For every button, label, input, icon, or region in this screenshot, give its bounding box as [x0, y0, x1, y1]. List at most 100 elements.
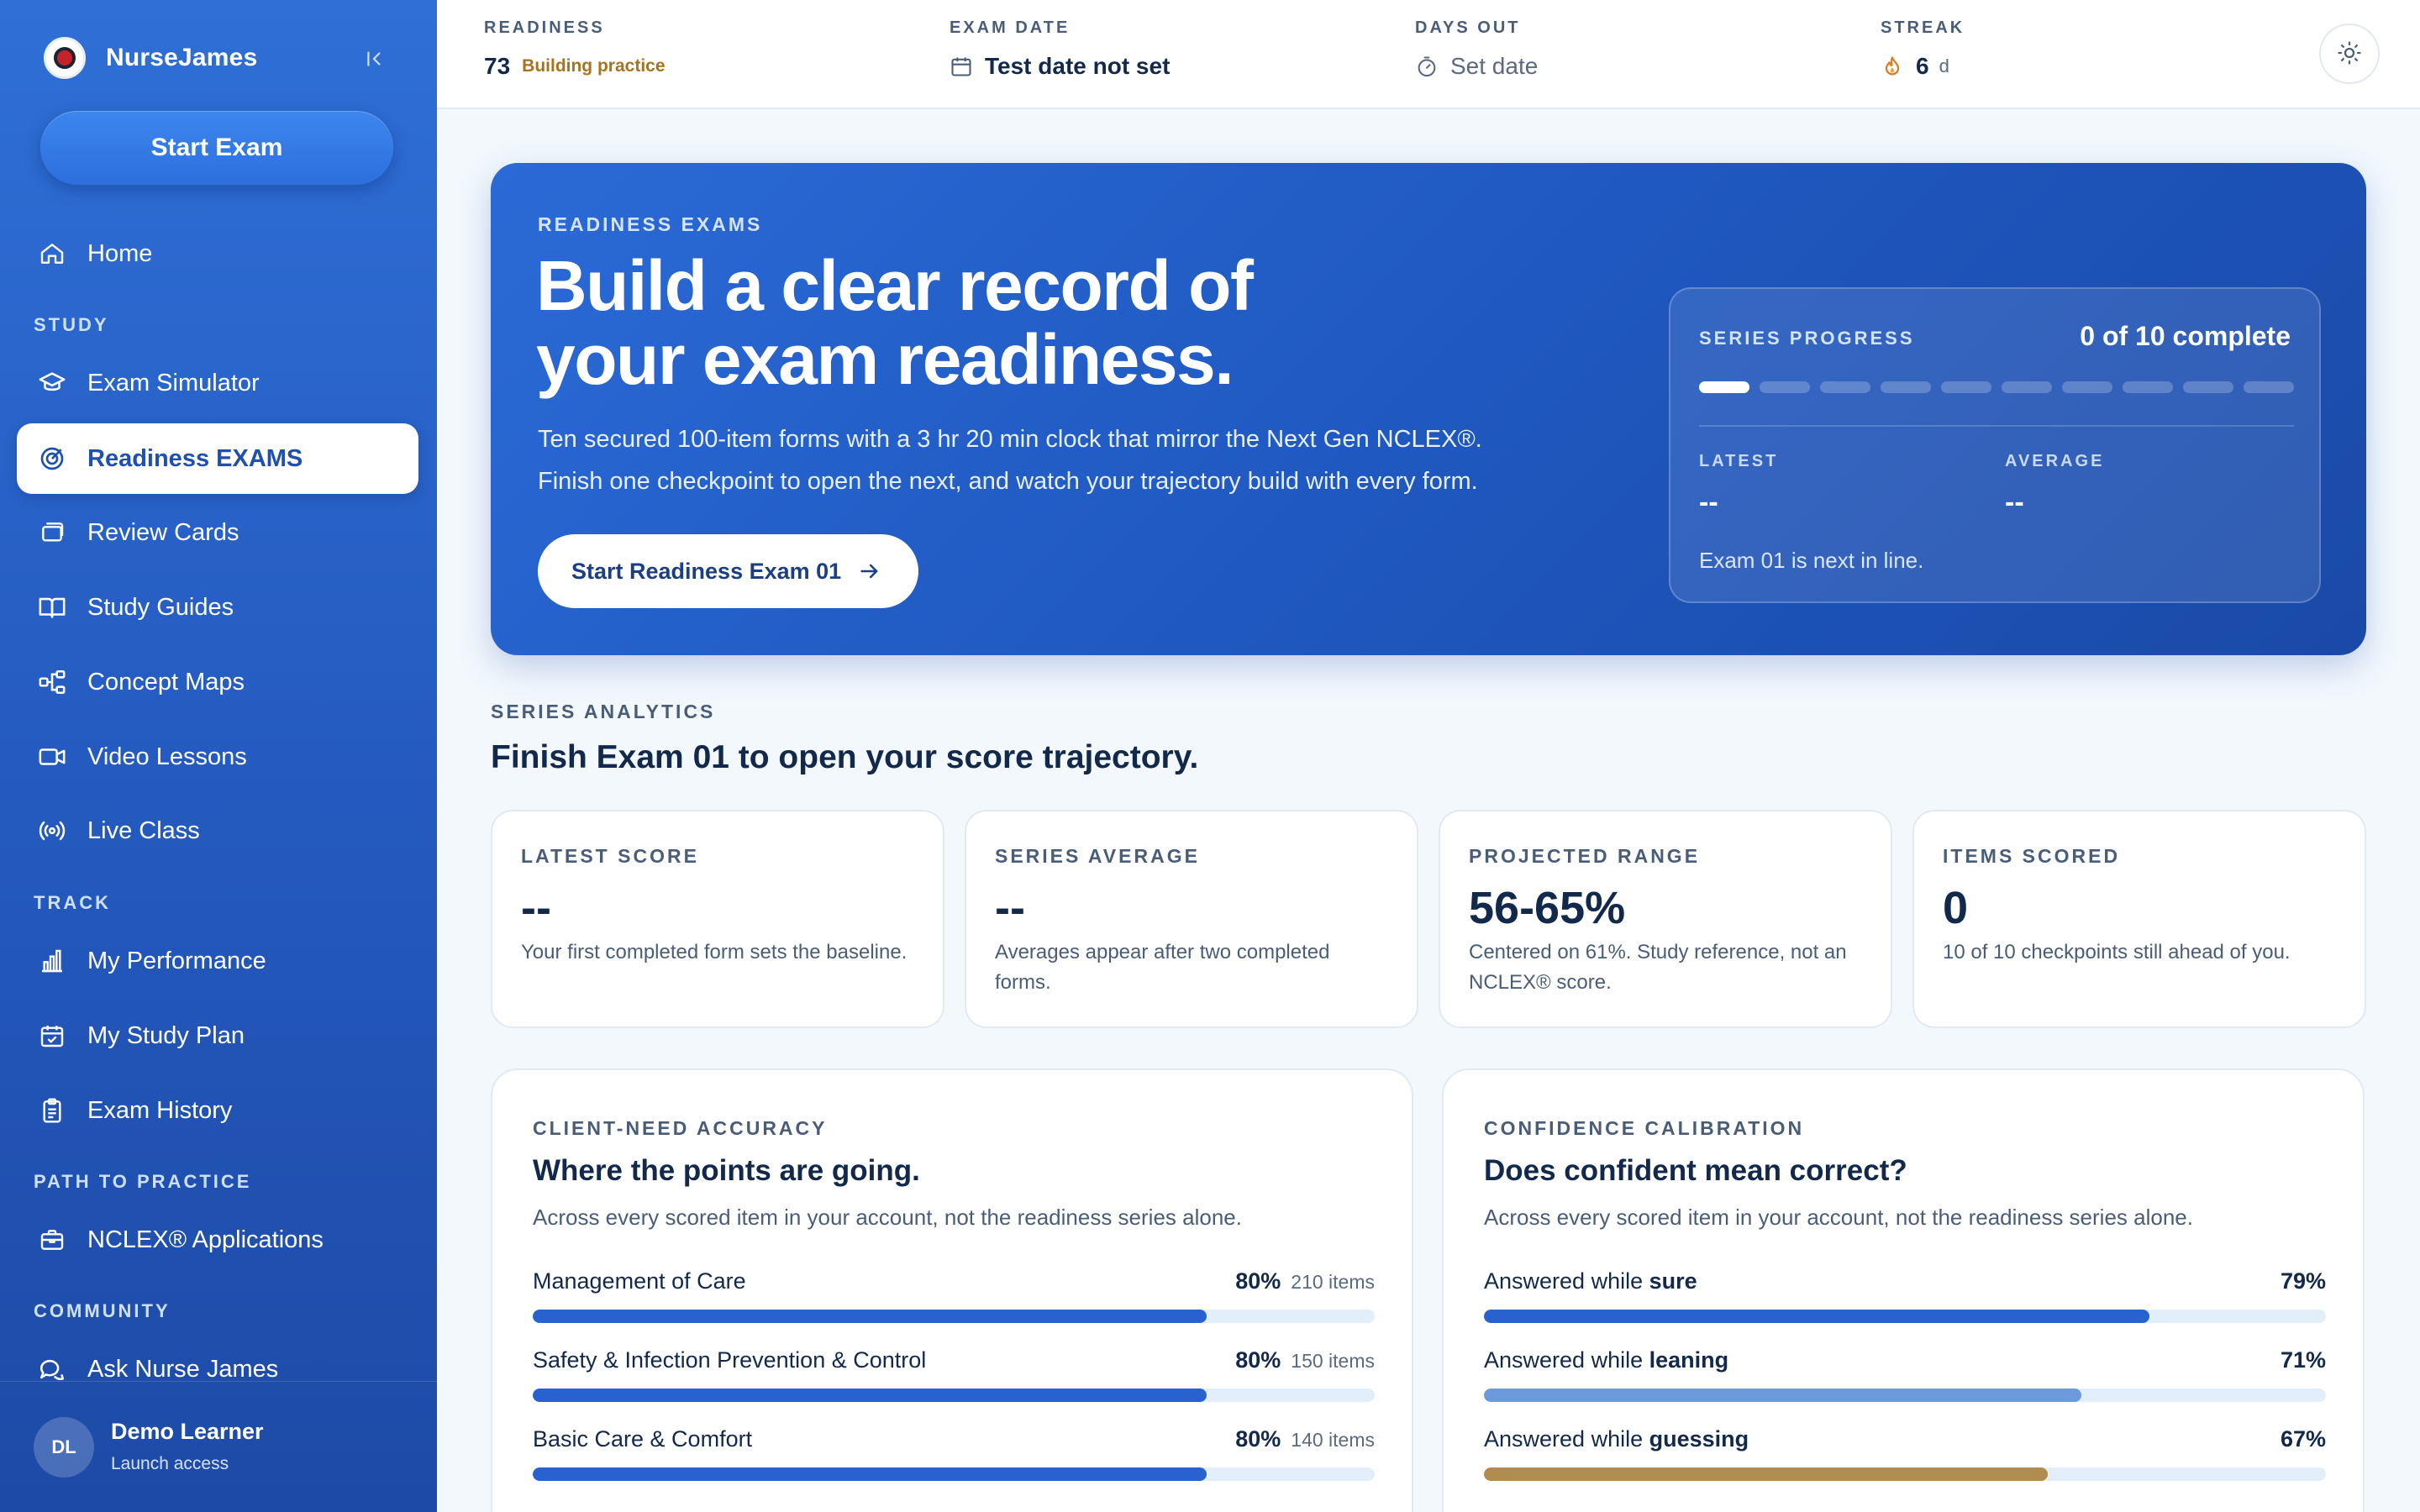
sidebar-item-label: Home — [87, 239, 153, 267]
progress-track — [1484, 1310, 2326, 1323]
series-progress-segments — [1699, 381, 2294, 393]
panel-eyebrow: CLIENT-NEED ACCURACY — [533, 1117, 828, 1139]
client-need-accuracy-panel: CLIENT-NEED ACCURACY Where the points ar… — [491, 1068, 1413, 1512]
sidebar-item-my-performance[interactable]: My Performance — [17, 926, 418, 996]
video-icon — [37, 742, 67, 772]
progress-track — [1484, 1389, 2326, 1402]
sidebar-item-study-guides[interactable]: Study Guides — [17, 572, 418, 643]
calendar-check-icon — [37, 1021, 67, 1051]
exam-date-stat[interactable]: EXAM DATE Test date not set — [950, 18, 1170, 80]
progress-segment — [2062, 381, 2112, 393]
progress-track — [533, 1389, 1375, 1402]
sidebar-item-concept-maps[interactable]: Concept Maps — [17, 647, 418, 717]
sidebar-item-label: Video Lessons — [87, 743, 247, 770]
sidebar-item-label: Live Class — [87, 816, 200, 844]
average-label: AVERAGE — [2005, 452, 2105, 470]
sidebar-item-label: Exam History — [87, 1096, 233, 1124]
stat-label: DAYS OUT — [1415, 18, 1521, 37]
stat-label: READINESS — [484, 18, 605, 37]
sidebar: NurseJames Start Exam Home STUDY Exam Si… — [0, 0, 437, 1512]
progress-segment — [1820, 381, 1870, 393]
metric-card-latest-score: LATEST SCORE -- Your first completed for… — [491, 810, 944, 1028]
collapse-sidebar-icon[interactable] — [360, 44, 390, 74]
progress-segment — [1941, 381, 1991, 393]
average-mini-stat: AVERAGE -- — [2005, 452, 2104, 519]
sidebar-item-label: Readiness EXAMS — [87, 444, 303, 472]
progress-track — [1484, 1467, 2326, 1481]
stat-label: STREAK — [1881, 18, 1965, 37]
average-value: -- — [2005, 486, 2024, 518]
target-icon — [37, 444, 67, 474]
bar-chart-icon — [37, 946, 67, 976]
sidebar-item-readiness-exams[interactable]: Readiness EXAMS — [17, 423, 418, 494]
hero-description-line: Ten secured 100-item forms with a 3 hr 2… — [538, 426, 1482, 453]
progress-track — [533, 1467, 1375, 1481]
sidebar-item-review-cards[interactable]: Review Cards — [17, 497, 418, 568]
metric-value: -- — [521, 883, 551, 933]
start-exam-button[interactable]: Start Exam — [40, 111, 393, 185]
sidebar-item-live-class[interactable]: Live Class — [17, 795, 418, 866]
client-need-row: Management of Care 80% 210 items — [533, 1268, 1375, 1323]
metric-description: 10 of 10 checkpoints still ahead of you. — [1943, 941, 2291, 963]
row-prefix: Answered while — [1484, 1426, 1644, 1452]
days-out-stat[interactable]: DAYS OUT Set date — [1415, 18, 1538, 80]
progress-segment — [2123, 381, 2173, 393]
metric-label: LATEST SCORE — [521, 845, 699, 867]
streak-value: 6 — [1916, 53, 1929, 79]
book-open-icon — [37, 592, 67, 622]
button-label: Start Readiness Exam 01 — [571, 558, 842, 584]
sidebar-item-video-lessons[interactable]: Video Lessons — [17, 722, 418, 792]
progress-segment — [1699, 381, 1749, 393]
latest-value: -- — [1699, 486, 1718, 518]
start-readiness-exam-button[interactable]: Start Readiness Exam 01 — [538, 534, 919, 608]
sidebar-item-label: My Performance — [87, 947, 266, 974]
sidebar-item-label: Exam Simulator — [87, 369, 260, 396]
metric-label: SERIES AVERAGE — [995, 845, 1200, 867]
progress-track — [533, 1310, 1375, 1323]
readiness-hero: READINESS EXAMS Build a clear record of … — [491, 163, 2366, 655]
readiness-stat: READINESS 73 Building practice — [484, 18, 666, 80]
set-date-link[interactable]: Set date — [1450, 53, 1538, 80]
metric-description: Your first completed form sets the basel… — [521, 941, 908, 963]
progress-fill — [1484, 1389, 2082, 1402]
user-card[interactable]: DL Demo Learner Launch access — [0, 1381, 437, 1512]
divider — [1699, 425, 2294, 427]
nav-section-study: STUDY — [34, 314, 109, 335]
row-prefix: Answered while — [1484, 1268, 1644, 1294]
progress-segment — [1881, 381, 1931, 393]
latest-label: LATEST — [1699, 452, 1779, 470]
latest-mini-stat: LATEST -- — [1699, 452, 1778, 519]
progress-fill — [533, 1310, 1207, 1323]
sidebar-item-exam-history[interactable]: Exam History — [17, 1075, 418, 1146]
row-percent: 80% — [1235, 1268, 1281, 1294]
row-word: sure — [1649, 1268, 1697, 1294]
confidence-calibration-panel: CONFIDENCE CALIBRATION Does confident me… — [1442, 1068, 2365, 1512]
calendar-icon — [950, 55, 973, 78]
metric-label: PROJECTED RANGE — [1469, 845, 1701, 867]
progress-segment — [2183, 381, 2233, 393]
readiness-value: 73 — [484, 53, 511, 79]
nav-section-track: TRACK — [34, 892, 111, 913]
metric-description: Averages appear after two completed form… — [995, 941, 1330, 994]
client-need-row: Basic Care & Comfort 80% 140 items — [533, 1426, 1375, 1481]
user-access: Launch access — [111, 1454, 229, 1473]
sidebar-item-my-study-plan[interactable]: My Study Plan — [17, 1000, 418, 1071]
progress-fill — [533, 1467, 1207, 1481]
arrow-right-icon — [858, 559, 881, 583]
sidebar-item-home[interactable]: Home — [17, 218, 418, 289]
hero-title: Build a clear record of your exam readin… — [536, 246, 1254, 399]
series-analytics-title: Finish Exam 01 to open your score trajec… — [491, 739, 1199, 775]
theme-toggle-button[interactable] — [2319, 24, 2380, 84]
hero-description: Ten secured 100-item forms with a 3 hr 2… — [538, 418, 1630, 502]
sidebar-item-label: Concept Maps — [87, 668, 245, 696]
streak-unit: d — [1939, 55, 1949, 76]
sidebar-item-exam-simulator[interactable]: Exam Simulator — [17, 348, 418, 418]
sidebar-item-nclex-applications[interactable]: NCLEX® Applications — [17, 1205, 418, 1275]
row-word: leaning — [1649, 1347, 1729, 1373]
metric-value: -- — [995, 883, 1025, 933]
broadcast-icon — [37, 816, 67, 846]
cards-icon — [37, 517, 67, 548]
network-icon — [37, 667, 67, 697]
user-name: Demo Learner — [111, 1419, 264, 1444]
brand[interactable]: NurseJames — [44, 37, 257, 79]
